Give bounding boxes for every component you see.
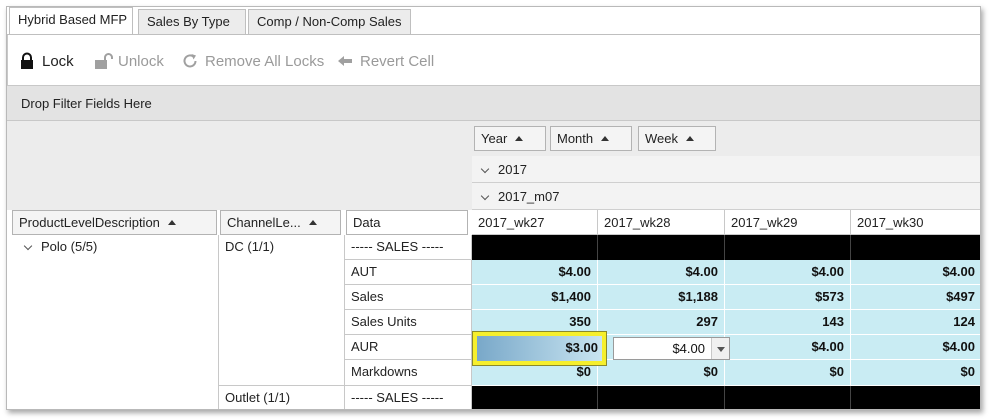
selection-highlight (473, 332, 606, 365)
remove-all-locks-button[interactable]: Remove All Locks (181, 52, 324, 70)
cell-aut-wk30[interactable]: $4.00 (851, 260, 980, 285)
column-field-area (472, 121, 980, 156)
section-separator-cell (725, 235, 851, 260)
section-separator-cell (851, 386, 980, 409)
product-group-label: Polo (5/5) (41, 239, 98, 254)
data-field-header[interactable]: Data (346, 210, 468, 235)
channel-field-button[interactable]: ChannelLe... (220, 210, 341, 235)
tab-sales-by-type[interactable]: Sales By Type (138, 9, 246, 34)
pivot-grid: Year Month Week 2017 2017_m07 ProductLev… (7, 121, 980, 409)
cell-sales-units-wk28[interactable]: 297 (598, 310, 725, 335)
cell-aut-wk27[interactable]: $4.00 (472, 260, 598, 285)
year-field-button[interactable]: Year (474, 126, 546, 151)
product-row-header[interactable]: Polo (5/5) (17, 235, 219, 386)
cell-sales-wk29[interactable]: $573 (725, 285, 851, 310)
sort-asc-icon (601, 136, 610, 141)
tab-hybrid-based-mfp[interactable]: Hybrid Based MFP (9, 7, 133, 35)
cell-aur-wk29[interactable]: $4.00 (725, 335, 851, 360)
revert-cell-label: Revert Cell (360, 52, 435, 70)
refresh-icon (181, 52, 199, 70)
chevron-down-icon[interactable] (711, 338, 729, 359)
month-field-label: Month (557, 131, 594, 146)
sort-asc-icon (167, 220, 176, 225)
measure-aut: AUT (345, 260, 472, 285)
remove-all-locks-label: Remove All Locks (205, 52, 325, 70)
chevron-down-icon (480, 164, 490, 174)
month-band[interactable]: 2017_m07 (472, 183, 980, 210)
measure-sales-header-outlet: ----- SALES ----- (345, 386, 472, 409)
cell-markdowns-wk28[interactable]: $0 (598, 360, 725, 386)
product-field-button[interactable]: ProductLevelDescription (12, 210, 217, 235)
channel-row-outlet[interactable]: Outlet (1/1) (219, 386, 345, 409)
sort-asc-icon (515, 136, 524, 141)
sort-asc-icon (686, 136, 694, 141)
section-separator-cell (725, 386, 851, 409)
cell-sales-wk28[interactable]: $1,188 (598, 285, 725, 310)
measure-sales-units: Sales Units (345, 310, 472, 335)
section-separator-cell (472, 235, 598, 260)
cell-markdowns-wk30[interactable]: $0 (851, 360, 980, 386)
week-header-29[interactable]: 2017_wk29 (725, 210, 851, 235)
arrow-left-icon (336, 52, 354, 70)
cell-sales-wk27[interactable]: $1,400 (472, 285, 598, 310)
tab-bar: Hybrid Based MFP Sales By Type Comp / No… (7, 7, 980, 35)
data-field-label: Data (353, 215, 381, 230)
section-separator-cell (851, 235, 980, 260)
month-value: 2017_m07 (498, 189, 560, 204)
lock-button[interactable]: Lock (18, 52, 74, 70)
revert-cell-button[interactable]: Revert Cell (336, 52, 434, 70)
cell-aur-wk28-editor[interactable]: $4.00 (613, 337, 730, 360)
year-field-label: Year (481, 131, 508, 146)
lock-label: Lock (42, 52, 74, 70)
cell-aut-wk29[interactable]: $4.00 (725, 260, 851, 285)
pivot-window: Hybrid Based MFP Sales By Type Comp / No… (6, 6, 981, 410)
year-band[interactable]: 2017 (472, 156, 980, 183)
unlock-label: Unlock (118, 52, 164, 70)
year-value: 2017 (498, 162, 527, 177)
cell-aur-wk30[interactable]: $4.00 (851, 335, 980, 360)
channel-field-label: ChannelLe... (227, 215, 301, 230)
week-header-27[interactable]: 2017_wk27 (472, 210, 598, 235)
section-separator-cell (472, 386, 598, 409)
product-row-continued (17, 386, 219, 409)
section-separator-cell (598, 235, 725, 260)
sort-asc-icon (308, 220, 317, 225)
month-field-button[interactable]: Month (550, 126, 632, 151)
lock-icon (18, 52, 36, 70)
chevron-down-icon (23, 241, 33, 251)
week-header-28[interactable]: 2017_wk28 (598, 210, 725, 235)
measure-markdowns: Markdowns (345, 360, 472, 386)
cell-sales-units-wk30[interactable]: 124 (851, 310, 980, 335)
measure-sales-header: ----- SALES ----- (345, 235, 472, 260)
toolbar: Lock Unlock Remove All Locks Revert Cell (7, 35, 980, 85)
measure-aur: AUR (345, 335, 472, 360)
section-separator-cell (598, 386, 725, 409)
cell-sales-wk30[interactable]: $497 (851, 285, 980, 310)
measure-sales: Sales (345, 285, 472, 310)
chevron-down-icon (480, 191, 490, 201)
cell-sales-units-wk29[interactable]: 143 (725, 310, 851, 335)
unlock-icon (94, 52, 113, 70)
product-field-label: ProductLevelDescription (19, 215, 160, 230)
week-field-label: Week (645, 131, 678, 146)
cell-aut-wk28[interactable]: $4.00 (598, 260, 725, 285)
channel-row-dc[interactable]: DC (1/1) (219, 235, 345, 386)
row-area-header (7, 121, 472, 210)
filter-drop-zone[interactable]: Drop Filter Fields Here (7, 85, 980, 121)
cell-markdowns-wk29[interactable]: $0 (725, 360, 851, 386)
week-header-30[interactable]: 2017_wk30 (851, 210, 980, 235)
unlock-button[interactable]: Unlock (94, 52, 164, 70)
tab-comp-non-comp-sales[interactable]: Comp / Non-Comp Sales (248, 9, 411, 34)
editor-value: $4.00 (672, 341, 705, 356)
week-field-button[interactable]: Week (638, 126, 716, 151)
